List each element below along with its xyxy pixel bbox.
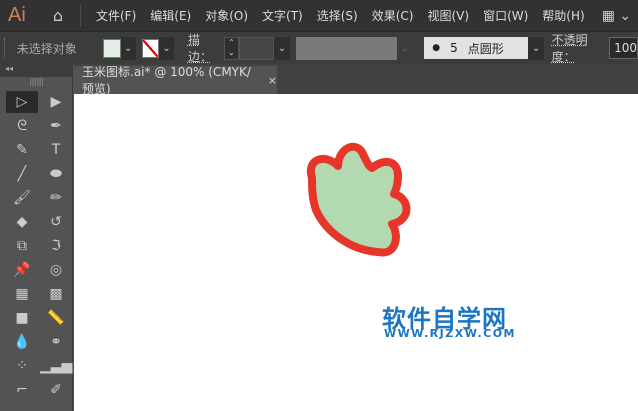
corn-icon-shape[interactable] [306,142,411,257]
watermark-url: WWW.RJZXW.COM [384,327,516,340]
artwork-layer [306,142,411,257]
